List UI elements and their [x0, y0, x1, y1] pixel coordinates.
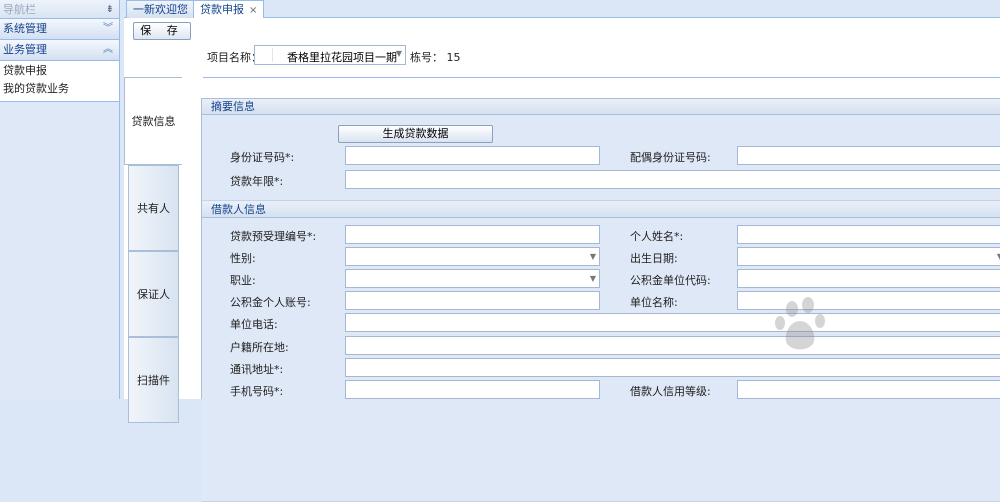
nav-item-my-loans[interactable]: 我的贷款业务 [0, 80, 119, 98]
nav-header: 导航栏 ⇟ [0, 0, 119, 19]
section-title: 借款人信息 [202, 202, 1000, 218]
tab-label: 贷款申报 [200, 3, 244, 16]
toolbar: 保 存 [124, 18, 204, 77]
building-label: 栋号： [410, 51, 443, 64]
nav-group-business[interactable]: 业务管理 ︽ [0, 40, 119, 61]
dropdown-arrow-icon[interactable]: ▼ [396, 49, 402, 58]
side-tab-guarantor[interactable]: 保证人 [128, 251, 179, 337]
save-button[interactable]: 保 存 [133, 22, 191, 40]
divider [272, 48, 273, 62]
loan-info-form: 摘要信息 生成贷款数据 身份证号码*: 配偶身份证号码: 贷款年限*: 借款人信… [201, 98, 1000, 502]
occupation-select[interactable]: ▼ [345, 269, 600, 288]
pre-acceptance-no-label: 贷款预受理编号*: [230, 230, 317, 243]
gender-select[interactable]: ▼ [345, 247, 600, 266]
borrower-section: 借款人信息 贷款预受理编号*: 个人姓名*: 性别: ▼ 出生日期: ▼ 职业:… [202, 202, 1000, 502]
unit-name-label: 单位名称: [630, 296, 678, 309]
id-number-input[interactable] [345, 146, 600, 165]
building-value: 15 [446, 51, 461, 64]
id-number-label: 身份证号码*: [230, 151, 295, 164]
nav-group-label: 业务管理 [3, 43, 47, 56]
dropdown-arrow-icon[interactable]: ▼ [590, 252, 596, 261]
fund-account-label: 公积金个人账号: [230, 296, 311, 309]
side-tab-scans[interactable]: 扫描件 [128, 337, 179, 423]
chevron-double-up-icon[interactable]: ︽ [103, 40, 113, 60]
pre-acceptance-no-input[interactable] [345, 225, 600, 244]
summary-section: 摘要信息 生成贷款数据 身份证号码*: 配偶身份证号码: 贷款年限*: [202, 99, 1000, 201]
fund-account-input[interactable] [345, 291, 600, 310]
side-tab-loan-info[interactable]: 贷款信息 [124, 77, 182, 165]
generate-loan-data-button[interactable]: 生成贷款数据 [338, 125, 493, 143]
birth-date-label: 出生日期: [630, 252, 678, 265]
spouse-id-label: 配偶身份证号码: [630, 151, 711, 164]
project-select[interactable]: 香格里拉花园项目一期 ▼ [254, 45, 406, 65]
address-input[interactable] [345, 358, 1000, 377]
unit-phone-input[interactable] [345, 313, 1000, 332]
nav-group-business-items: 贷款申报 我的贷款业务 [0, 61, 119, 102]
mobile-label: 手机号码*: [230, 385, 284, 398]
close-icon[interactable]: × [249, 5, 257, 16]
personal-name-input[interactable] [737, 225, 1000, 244]
address-label: 通讯地址*: [230, 363, 284, 376]
credit-level-label: 借款人信用等级: [630, 385, 711, 398]
section-title: 摘要信息 [202, 99, 1000, 115]
credit-level-input[interactable] [737, 380, 1000, 399]
nav-group-label: 系统管理 [3, 22, 47, 35]
loan-term-label: 贷款年限*: [230, 175, 284, 188]
gender-label: 性别: [230, 252, 256, 265]
tab-welcome[interactable]: 一新欢迎您 [126, 0, 195, 18]
mobile-input[interactable] [345, 380, 600, 399]
fund-unit-code-label: 公积金单位代码: [630, 274, 711, 287]
tab-label: 一新欢迎您 [133, 3, 188, 16]
hukou-input[interactable] [345, 336, 1000, 355]
divider [203, 77, 1000, 78]
tab-loan-apply[interactable]: 贷款申报 × [193, 0, 265, 19]
chevron-double-down-icon[interactable]: ︾ [103, 19, 113, 39]
unit-phone-label: 单位电话: [230, 318, 278, 331]
birth-date-select[interactable]: ▼ [737, 247, 1000, 266]
loan-term-input[interactable] [345, 170, 1000, 189]
pin-icon[interactable]: ⇟ [106, 0, 114, 19]
unit-name-input[interactable] [737, 291, 1000, 310]
spouse-id-input[interactable] [737, 146, 1000, 165]
nav-group-system[interactable]: 系统管理 ︾ [0, 19, 119, 40]
navigation-panel: 导航栏 ⇟ 系统管理 ︾ 业务管理 ︽ 贷款申报 我的贷款业务 [0, 0, 120, 399]
occupation-label: 职业: [230, 274, 256, 287]
project-select-value: 香格里拉花园项目一期 [287, 51, 397, 64]
hukou-label: 户籍所在地: [230, 341, 289, 354]
side-tab-co-owner[interactable]: 共有人 [128, 165, 179, 251]
nav-item-loan-apply[interactable]: 贷款申报 [0, 62, 119, 80]
tab-strip: 一新欢迎您 贷款申报 × [124, 0, 1000, 19]
main-panel: 保 存 项目名称： 香格里拉花园项目一期 ▼ 栋号： 15 贷款信息 共有人 保… [124, 18, 1000, 502]
dropdown-arrow-icon[interactable]: ▼ [590, 274, 596, 283]
fund-unit-code-input[interactable] [737, 269, 1000, 288]
building-number: 栋号： 15 [410, 49, 461, 65]
nav-title: 导航栏 [3, 3, 36, 16]
personal-name-label: 个人姓名*: [630, 230, 684, 243]
